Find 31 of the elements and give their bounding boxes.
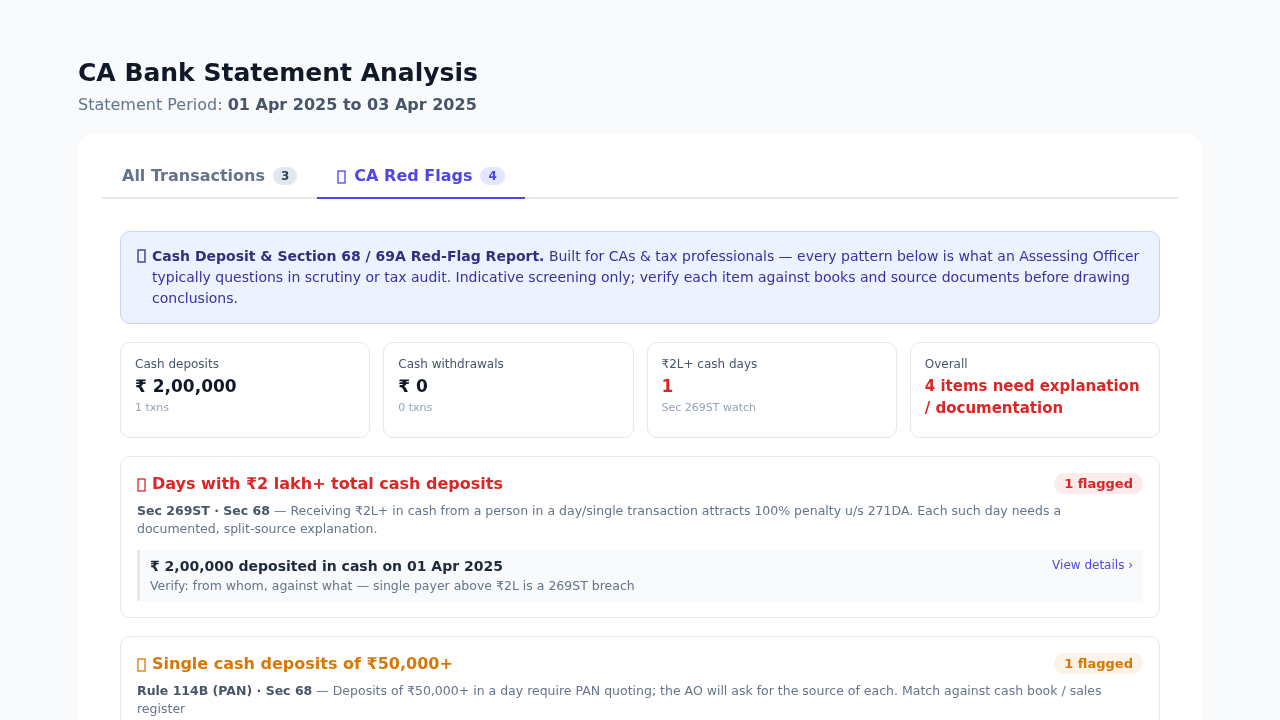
view-details-link[interactable]: View details › xyxy=(1052,558,1133,572)
notice-text: Cash Deposit & Section 68 / 69A Red-Flag Report. Built for CAs & tax professionals — every pattern below is what an Assessing Officer typically questions in scrutiny or tax audit. Indicative screening only; verify each item against books and source documents before drawing conclusions. xyxy=(152,247,1141,308)
flagged-badge: 1 flagged xyxy=(1054,653,1143,674)
stat-label: Cash deposits xyxy=(135,357,220,371)
missing-glyph-icon xyxy=(137,478,146,492)
stat-value: ₹ 0 xyxy=(398,375,429,397)
flagged-badge: 1 flagged xyxy=(1054,473,1143,494)
item-title: ₹ 2,00,000 deposited in cash on 01 Apr 2025 xyxy=(150,558,504,574)
flag-title: Single cash deposits of ₹50,000+ xyxy=(152,654,453,673)
missing-glyph-icon xyxy=(137,658,146,672)
stat-label: Cash withdrawals xyxy=(398,357,505,371)
stat-label: ₹2L+ cash days xyxy=(661,357,759,371)
stat-label: Overall xyxy=(924,357,969,371)
stat-note: 0 txns xyxy=(398,401,434,414)
flag-description: Rule 114B (PAN) · Sec 68 — Deposits of ₹50,000+ in a day require PAN quoting; the AO will ask for the source of each. Match against cash book / sales register xyxy=(137,682,1103,718)
flag-description: Sec 269ST · Sec 68 — Receiving ₹2L+ in cash from a person in a day/single transaction attracts 100% penalty u/s 271DA. Each such day needs a documented, split-source explanation. xyxy=(137,502,1063,538)
stat-note: 1 txns xyxy=(135,401,171,414)
tab[interactable]: CA Red Flags 4 xyxy=(317,154,525,199)
stat-value: 4 items need explanation / documentation xyxy=(924,376,1141,419)
stat-value: ₹ 2,00,000 xyxy=(135,375,238,397)
stat-note: Sec 269ST watch xyxy=(661,401,758,414)
count-badge: 4 xyxy=(480,166,505,185)
stat-value: 1 xyxy=(661,375,675,397)
count-badge: 3 xyxy=(273,166,298,185)
flag-title: Days with ₹2 lakh+ total cash deposits xyxy=(152,474,503,493)
missing-glyph-icon xyxy=(137,249,146,263)
period-label: Statement Period: xyxy=(78,95,224,114)
item-detail: Verify: from whom, against what — single payer above ₹2L is a 269ST breach xyxy=(150,578,635,593)
period-value: 01 Apr 2025 to 03 Apr 2025 xyxy=(227,95,477,114)
tab[interactable]: All Transactions 3 xyxy=(102,154,318,199)
page-title: CA Bank Statement Analysis xyxy=(78,58,479,87)
